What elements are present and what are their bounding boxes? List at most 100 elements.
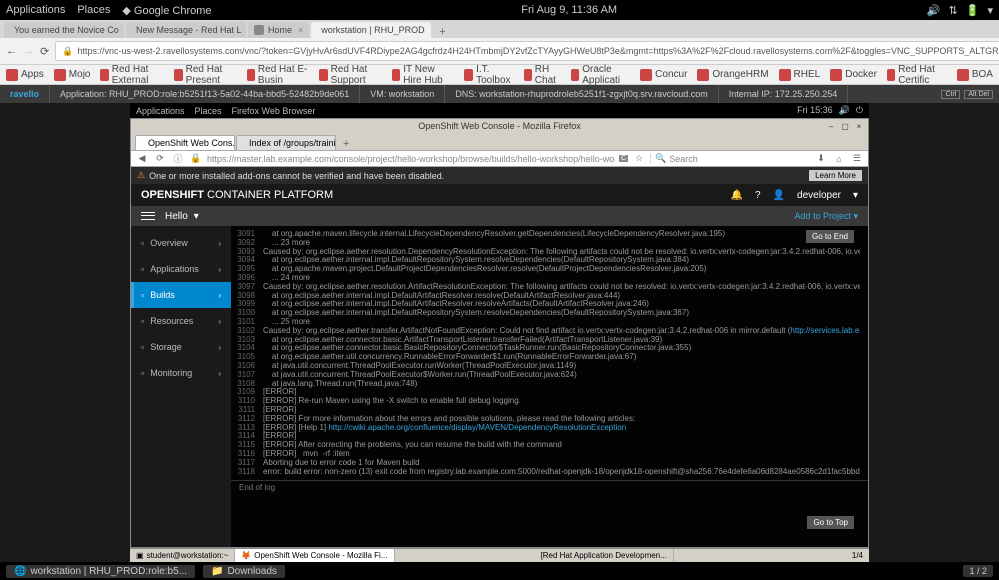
log-line: 3094 at org.eclipse.aether.internal.impl… [235, 256, 860, 265]
bookmark-item[interactable]: Mojo [54, 69, 91, 81]
help-icon[interactable]: ? [755, 190, 761, 201]
username[interactable]: developer [797, 190, 841, 201]
bookmark-item[interactable]: Oracle Applicati [571, 64, 630, 86]
minimize-button[interactable]: – [826, 121, 836, 131]
log-text: ... 25 more [263, 318, 860, 327]
log-line: 3111[ERROR] [235, 406, 860, 415]
log-link[interactable]: http://cwiki.apache.org/confluence/displ… [328, 424, 628, 432]
close-tab-icon[interactable]: × [298, 25, 303, 35]
user-dropdown-icon[interactable]: ▾ [853, 190, 858, 201]
learn-more-button[interactable]: Learn More [809, 170, 862, 181]
inner-power-icon[interactable]: ⏻ [856, 105, 863, 116]
bookmark-label: IT New Hire Hub [403, 64, 454, 86]
project-dropdown-icon[interactable]: ▾ [194, 211, 199, 222]
inner-taskbar: ▣student@workstation:~ 🦊OpenShift Web Co… [130, 548, 869, 562]
bookmark-item[interactable]: Red Hat Support [319, 64, 382, 86]
bookmark-icon [779, 69, 791, 81]
bookmark-item[interactable]: BOA [957, 69, 993, 81]
ff-url-bar[interactable]: https://master.lab.example.com/console/p… [207, 154, 615, 164]
bookmark-item[interactable]: RH Chat [524, 64, 561, 86]
workspace-indicator[interactable]: 1 / 2 [963, 565, 993, 577]
taskbar-chrome[interactable]: 🌐workstation | RHU_PROD:role:b5... [6, 565, 195, 578]
add-to-project[interactable]: Add to Project ▾ [794, 211, 858, 222]
user-icon[interactable]: 👤 [773, 190, 785, 201]
go-to-top-button[interactable]: Go to Top [807, 516, 854, 529]
chrome-tab[interactable]: workstation | RHU_PROD× [311, 22, 431, 38]
sidebar-item-overview[interactable]: ▫Overview› [131, 230, 231, 256]
inner-places[interactable]: Places [195, 106, 222, 116]
go-to-end-button[interactable]: Go to End [806, 230, 854, 243]
sidebar-toggle[interactable] [141, 209, 155, 223]
ff-info-icon[interactable]: ⓘ [171, 152, 185, 166]
sidebar-item-resources[interactable]: ▫Resources› [131, 308, 231, 334]
chrome-tab[interactable]: New Message - Red Hat L× [126, 22, 246, 38]
bookmark-icon [571, 69, 579, 81]
user-menu-icon[interactable]: ▾ [987, 4, 993, 17]
gnome-places[interactable]: Places [77, 4, 110, 17]
volume-icon[interactable]: 🔊 [927, 4, 941, 17]
sidebar-item-applications[interactable]: ▫Applications› [131, 256, 231, 282]
close-button[interactable]: × [854, 121, 864, 131]
inner-volume-icon[interactable]: 🔊 [839, 105, 850, 116]
battery-icon[interactable]: 🔋 [966, 4, 980, 17]
bookmark-item[interactable]: RHEL [779, 69, 821, 81]
log-output[interactable]: 3091 at org.apache.maven.lifecycle.inter… [231, 226, 868, 480]
bookmark-icon [247, 69, 255, 81]
bookmark-item[interactable]: IT New Hire Hub [392, 64, 454, 86]
bookmark-item[interactable]: Concur [640, 69, 687, 81]
ff-downloads-icon[interactable]: ⬇ [814, 152, 828, 166]
taskbar-pdf[interactable]: [Red Hat Application Developmen... [535, 549, 674, 562]
forward-button[interactable]: → [23, 42, 34, 60]
ff-reload-button[interactable]: ⟳ [153, 152, 167, 166]
bookmark-item[interactable]: I.T. Toolbox [464, 64, 513, 86]
bookmark-icon [54, 69, 66, 81]
inner-apps[interactable]: Applications [136, 106, 185, 116]
openshift-sidebar: ▫Overview›▫Applications›▫Builds›▫Resourc… [131, 226, 231, 547]
taskbar-firefox[interactable]: 🦊OpenShift Web Console - Mozilla Fi... [235, 549, 394, 562]
ff-search-box[interactable]: 🔍 Search [650, 153, 810, 164]
chevron-right-icon: › [218, 265, 221, 274]
chrome-tab[interactable]: Home× [248, 22, 309, 38]
ff-menu-icon[interactable]: ☰ [850, 152, 864, 166]
log-text: error: build error: non-zero (13) exit c… [263, 468, 860, 477]
ravello-ctrl-icon[interactable]: Ctrl [941, 90, 960, 99]
favicon [254, 25, 264, 35]
ff-new-tab-button[interactable]: + [337, 138, 355, 150]
inner-active-app[interactable]: Firefox Web Browser [232, 106, 316, 116]
bookmark-item[interactable]: Docker [830, 69, 877, 81]
bookmark-item[interactable]: Apps [6, 69, 44, 81]
bookmark-item[interactable]: Red Hat Certific [887, 64, 947, 86]
sidebar-item-builds[interactable]: ▫Builds› [131, 282, 231, 308]
nav-icon: ▫ [141, 238, 144, 248]
ff-back-button[interactable]: ◀ [135, 152, 149, 166]
bookmark-item[interactable]: Red Hat E-Busin [247, 64, 310, 86]
maximize-button[interactable]: ▢ [840, 121, 850, 131]
bookmark-icon [392, 69, 400, 81]
project-name[interactable]: Hello [165, 211, 188, 222]
bookmark-item[interactable]: Red Hat Present [174, 64, 236, 86]
reload-button[interactable]: ⟳ [40, 42, 49, 60]
address-bar[interactable]: 🔒 https://vnc-us-west-2.ravellosystems.c… [55, 41, 999, 61]
ravello-alt-icon[interactable]: Alt Del [964, 90, 993, 99]
log-link[interactable]: http://services.lab.example.com:8081/nex… [790, 327, 860, 335]
firefox-tab[interactable]: OpenShift Web Cons...× [135, 135, 235, 150]
sidebar-item-storage[interactable]: ▫Storage› [131, 334, 231, 360]
back-button[interactable]: ← [6, 42, 17, 60]
ff-home-icon[interactable]: ⌂ [832, 152, 846, 166]
new-tab-button[interactable]: + [433, 26, 451, 38]
ff-bookmark-icon[interactable]: ☆ [632, 152, 646, 166]
bookmark-item[interactable]: Red Hat External [100, 64, 164, 86]
bookmark-item[interactable]: OrangeHRM [697, 69, 768, 81]
bell-icon[interactable]: 🔔 [731, 190, 743, 201]
chrome-tab[interactable]: You earned the Novice Co× [4, 22, 124, 38]
network-icon[interactable]: ⇅ [949, 4, 958, 17]
close-tab-icon[interactable]: × [431, 25, 432, 35]
taskbar-terminal[interactable]: ▣student@workstation:~ [130, 549, 235, 562]
firefox-tab[interactable]: Index of /groups/traini...× [236, 135, 336, 150]
log-text: [ERROR] For more information about the e… [263, 415, 860, 424]
taskbar-downloads[interactable]: 📁Downloads [203, 565, 285, 578]
gnome-active-app[interactable]: ◆ Google Chrome [122, 4, 211, 17]
bookmark-icon [6, 69, 18, 81]
gnome-applications[interactable]: Applications [6, 4, 65, 17]
sidebar-item-monitoring[interactable]: ▫Monitoring› [131, 360, 231, 386]
